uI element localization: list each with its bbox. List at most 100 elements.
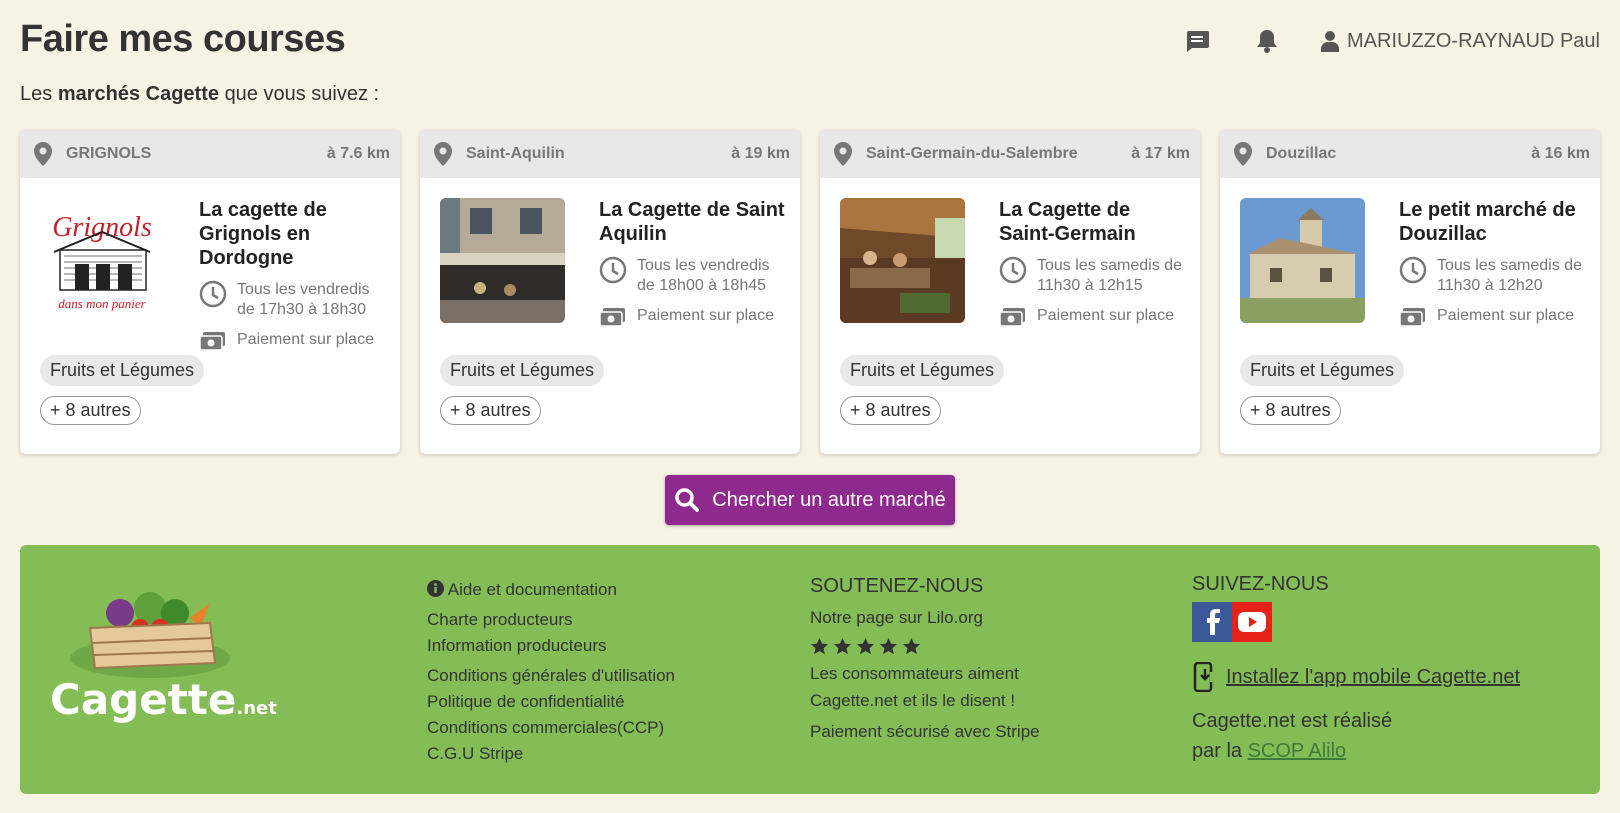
phone-download-icon [1193,662,1216,692]
cagette-logo[interactable]: Cagette.net [50,573,277,733]
market-schedule: Tous les vendredis de 17h30 à 18h30 [237,281,370,318]
clock-icon [999,256,1027,284]
footer-link-stripe-cgu[interactable]: C.G.U Stripe [427,741,675,767]
market-name: Le petit marché de Douzillac [1399,199,1576,245]
footer-link-cgu[interactable]: Conditions générales d'utilisation [427,663,675,689]
more-categories-tag[interactable]: + 8 autres [440,396,541,425]
location-pin-icon [834,142,852,166]
support-section: SOUTENEZ-NOUS Notre page sur Lilo.org Le… [810,573,1040,745]
cash-icon [199,332,225,351]
footer-link-producer-info[interactable]: Information producteurs [427,633,675,659]
footer-link-privacy[interactable]: Politique de confidentialité [427,689,675,715]
search-icon [675,488,700,512]
market-photo [1240,198,1365,323]
market-cards: GRIGNOLS à 7.6 km Grignols dans mon pani… [20,130,1600,454]
support-title: SOUTENEZ-NOUS [810,575,984,597]
clock-icon [1399,256,1427,284]
user-icon [1321,31,1339,52]
youtube-icon[interactable] [1232,602,1272,642]
user-menu[interactable]: MARIUZZO-RAYNAUD Paul [1321,30,1600,53]
notifications-bell-icon[interactable] [1247,26,1287,56]
market-card[interactable]: GRIGNOLS à 7.6 km Grignols dans mon pani… [20,130,400,454]
subtitle-bold: marchés Cagette [57,83,219,105]
header: Faire mes courses MARIUZZO-RAYNAUD Paul [20,18,1600,68]
logo-main-text: Cagette [50,675,237,724]
footer-link-ccp[interactable]: Conditions commerciales(CCP) [427,715,675,741]
more-categories-tag[interactable]: + 8 autres [40,396,141,425]
location-pin-icon [34,142,52,166]
market-payment: Paiement sur place [237,331,374,348]
market-payment: Paiement sur place [1437,307,1574,324]
star-icon [833,637,852,655]
market-photo [440,198,565,323]
cash-icon [1399,308,1425,327]
clock-icon [199,280,227,308]
category-tag: Fruits et Légumes [1240,355,1405,386]
made-by-line1: Cagette.net est réalisé [1192,710,1393,732]
star-icon [810,637,829,655]
help-link[interactable]: Aide et documentation [427,577,675,603]
scop-alilo-link[interactable]: SCOP Alilo [1248,740,1347,762]
stripe-info: Paiement sécurisé avec Stripe [810,722,1040,741]
rating-stars[interactable] [810,637,1040,656]
market-distance: à 16 km [1531,145,1590,162]
location-pin-icon [1234,142,1252,166]
market-schedule: Tous les vendredis de 18h00 à 18h45 [637,257,770,294]
card-header: Douzillac à 16 km [1220,130,1600,178]
clock-icon [599,256,627,284]
info-icon [427,580,444,597]
card-header: GRIGNOLS à 7.6 km [20,130,400,178]
star-icon [856,637,875,655]
subtitle-suffix: que vous suivez : [224,83,380,105]
search-button-label: Chercher un autre marché [712,488,946,511]
card-header: Saint-Germain-du-Salembre à 17 km [820,130,1200,178]
market-schedule: Tous les samedis de 11h30 à 12h15 [1037,257,1182,294]
lilo-link[interactable]: Notre page sur Lilo.org [810,604,1040,631]
footer-links: Aide et documentation Charte producteurs… [427,577,675,767]
market-city: Saint-Aquilin [466,145,565,162]
follow-section: SUIVEZ-NOUS Installez l'app mobile Caget… [1192,573,1520,766]
market-card[interactable]: Saint-Aquilin à 19 km La Cagette de Sain… [420,130,800,454]
market-city: Douzillac [1266,145,1337,162]
category-tag: Fruits et Légumes [840,355,1005,386]
market-city: Saint-Germain-du-Salembre [866,145,1078,162]
cash-icon [999,308,1025,327]
market-schedule: Tous les samedis de 11h30 à 12h20 [1437,257,1582,294]
subtitle-prefix: Les [20,83,53,105]
social-links [1192,602,1520,642]
logo-suffix-text: .net [236,698,277,719]
footer-link-charter[interactable]: Charte producteurs [427,607,675,633]
market-card[interactable]: Douzillac à 16 km Le petit marché de Dou… [1220,130,1600,454]
market-photo [840,198,965,323]
install-app-link[interactable]: Installez l'app mobile Cagette.net [1192,662,1520,692]
messages-icon[interactable] [1177,26,1217,56]
svg-text:Grignols: Grignols [52,212,152,243]
market-name: La Cagette de Saint-Germain [999,199,1136,245]
market-card[interactable]: Saint-Germain-du-Salembre à 17 km La Cag… [820,130,1200,454]
svg-text:dans mon panier: dans mon panier [58,296,146,311]
made-by-prefix: par la [1192,740,1243,762]
vegetable-crate-icon [70,592,230,678]
footer: Cagette.net Aide et documentation Charte… [20,545,1600,794]
follow-title: SUIVEZ-NOUS [1192,573,1329,595]
more-categories-tag[interactable]: + 8 autres [1240,396,1341,425]
star-icon [902,637,921,655]
facebook-icon[interactable] [1192,602,1232,642]
category-tag: Fruits et Légumes [40,355,205,386]
consumers-link-line1[interactable]: Les consommateurs aiment [810,660,1040,687]
help-link-label: Aide et documentation [447,580,617,599]
market-name: La Cagette de Saint Aquilin [599,199,785,245]
cash-icon [599,308,625,327]
top-icons: MARIUZZO-RAYNAUD Paul [1147,26,1600,56]
market-name: La cagette de Grignols en Dordogne [199,199,327,269]
more-categories-tag[interactable]: + 8 autres [840,396,941,425]
consumers-link-line2[interactable]: Cagette.net et ils le disent ! [810,687,1040,714]
market-distance: à 17 km [1131,145,1190,162]
market-distance: à 7.6 km [326,145,390,162]
star-icon [879,637,898,655]
card-header: Saint-Aquilin à 19 km [420,130,800,178]
subtitle: Les marchés Cagette que vous suivez : [20,83,379,106]
search-other-market-button[interactable]: Chercher un autre marché [665,475,955,525]
install-app-label: Installez l'app mobile Cagette.net [1226,665,1520,688]
market-payment: Paiement sur place [637,307,774,324]
